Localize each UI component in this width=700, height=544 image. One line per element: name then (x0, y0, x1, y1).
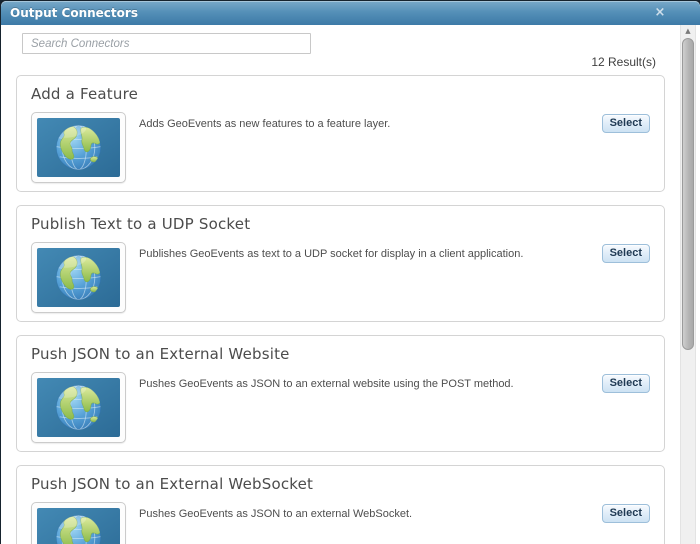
scrollbar[interactable]: ▲ (680, 25, 696, 544)
connector-card-row: Pushes GeoEvents as JSON to an external … (31, 502, 650, 544)
connector-thumbnail (31, 502, 126, 544)
connector-description: Adds GeoEvents as new features to a feat… (139, 118, 391, 130)
scroll-up-arrow-icon[interactable]: ▲ (681, 25, 695, 37)
connector-card-row: Adds GeoEvents as new features to a feat… (31, 112, 650, 183)
connector-title: Push JSON to an External WebSocket (31, 475, 314, 493)
connector-list: Add a Feature Adds GeoEvents as new feat… (16, 75, 665, 544)
connector-description: Publishes GeoEvents as text to a UDP soc… (139, 248, 524, 260)
connector-title: Add a Feature (31, 85, 139, 103)
select-button[interactable]: Select (601, 114, 650, 133)
connector-thumbnail (31, 372, 126, 443)
select-button[interactable]: Select (601, 504, 650, 523)
globe-icon (37, 248, 120, 307)
select-button[interactable]: Select (601, 374, 650, 393)
scrollbar-thumb[interactable] (682, 38, 694, 350)
select-button[interactable]: Select (601, 244, 650, 263)
globe-icon (37, 378, 120, 437)
page-background: Output Connectors × 12 Result(s) Add a F… (0, 0, 700, 544)
search-input[interactable] (22, 33, 311, 54)
globe-icon (37, 118, 120, 177)
connector-thumbnail (31, 112, 126, 183)
dialog-titlebar[interactable]: Output Connectors × (1, 1, 700, 25)
connector-card: Publish Text to a UDP Socket Publishes G… (16, 205, 665, 322)
connector-thumbnail (31, 242, 126, 313)
connector-card-row: Publishes GeoEvents as text to a UDP soc… (31, 242, 650, 313)
results-count: 12 Result(s) (591, 55, 656, 69)
globe-icon (37, 508, 120, 544)
output-connectors-dialog: Output Connectors × 12 Result(s) Add a F… (1, 1, 700, 544)
connector-title: Push JSON to an External Website (31, 345, 290, 363)
connector-card-row: Pushes GeoEvents as JSON to an external … (31, 372, 650, 443)
close-icon[interactable]: × (653, 5, 667, 20)
connector-title: Publish Text to a UDP Socket (31, 215, 251, 233)
dialog-title: Output Connectors (10, 6, 138, 20)
connector-description: Pushes GeoEvents as JSON to an external … (139, 378, 514, 390)
connector-description: Pushes GeoEvents as JSON to an external … (139, 508, 413, 520)
dialog-body: 12 Result(s) Add a Feature (1, 25, 700, 544)
connector-card: Add a Feature Adds GeoEvents as new feat… (16, 75, 665, 192)
connector-card: Push JSON to an External Website Pushes … (16, 335, 665, 452)
connector-card: Push JSON to an External WebSocket Pushe… (16, 465, 665, 544)
